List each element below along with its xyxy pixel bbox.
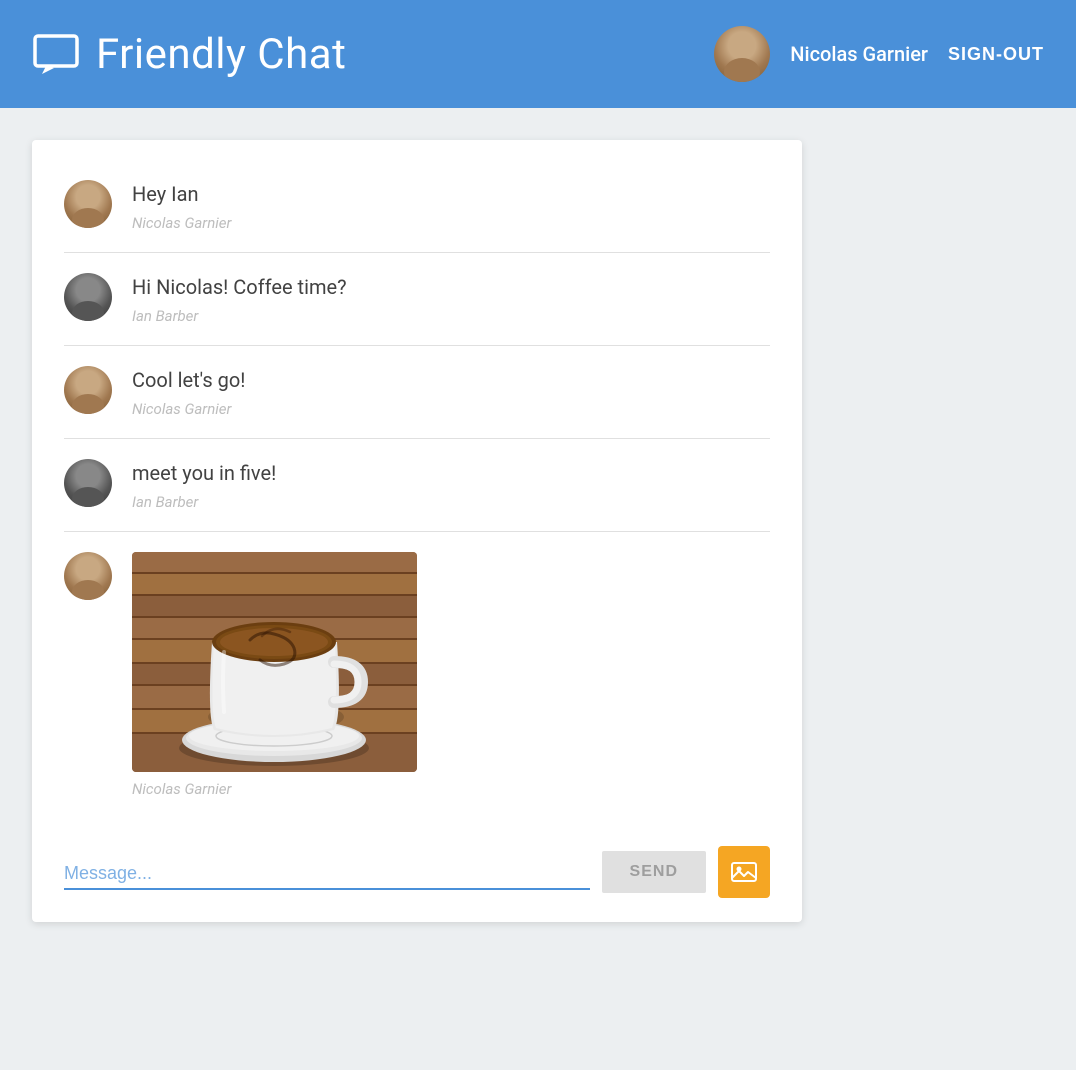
- table-row: Hi Nicolas! Coffee time? Ian Barber: [64, 253, 770, 346]
- user-avatar-img: [714, 26, 770, 82]
- message-input-wrapper: [64, 855, 590, 890]
- ian-avatar-img: [64, 273, 112, 321]
- message-text: Cool let's go!: [132, 366, 770, 394]
- app-header: Friendly Chat Nicolas Garnier SIGN-OUT: [0, 0, 1076, 108]
- app-logo: Friendly Chat: [32, 30, 714, 79]
- user-display-name: Nicolas Garnier: [790, 42, 928, 66]
- message-text: Hi Nicolas! Coffee time?: [132, 273, 770, 301]
- main-content: Hey Ian Nicolas Garnier Hi Nicolas! Coff…: [0, 108, 1076, 954]
- message-content: Cool let's go! Nicolas Garnier: [132, 366, 770, 418]
- table-row: Cool let's go! Nicolas Garnier: [64, 346, 770, 439]
- nicolas-avatar-img: [64, 180, 112, 228]
- send-button[interactable]: SEND: [602, 851, 706, 893]
- input-area: SEND: [64, 842, 770, 898]
- message-author: Nicolas Garnier: [132, 214, 770, 232]
- sign-out-button[interactable]: SIGN-OUT: [948, 44, 1044, 65]
- nicolas-avatar-img-2: [64, 366, 112, 414]
- image-upload-icon: [730, 858, 758, 886]
- chat-icon: [32, 30, 80, 78]
- message-text: meet you in five!: [132, 459, 770, 487]
- message-image: [132, 552, 417, 772]
- avatar: [64, 180, 112, 228]
- table-row: Nicolas Garnier: [64, 532, 770, 818]
- avatar: [64, 273, 112, 321]
- image-upload-button[interactable]: [718, 846, 770, 898]
- header-user-section: Nicolas Garnier SIGN-OUT: [714, 26, 1044, 82]
- ian-avatar-img-2: [64, 459, 112, 507]
- message-input[interactable]: [64, 855, 590, 890]
- message-content: Nicolas Garnier: [132, 552, 770, 798]
- message-author: Nicolas Garnier: [132, 780, 770, 798]
- message-content: Hey Ian Nicolas Garnier: [132, 180, 770, 232]
- message-author: Ian Barber: [132, 307, 770, 325]
- table-row: Hey Ian Nicolas Garnier: [64, 172, 770, 253]
- avatar: [64, 552, 112, 600]
- avatar: [64, 459, 112, 507]
- coffee-image: [132, 552, 417, 772]
- message-text: Hey Ian: [132, 180, 770, 208]
- message-content: Hi Nicolas! Coffee time? Ian Barber: [132, 273, 770, 325]
- message-content: meet you in five! Ian Barber: [132, 459, 770, 511]
- message-author: Ian Barber: [132, 493, 770, 511]
- avatar: [714, 26, 770, 82]
- app-title: Friendly Chat: [96, 30, 346, 79]
- message-author: Nicolas Garnier: [132, 400, 770, 418]
- chat-container: Hey Ian Nicolas Garnier Hi Nicolas! Coff…: [32, 140, 802, 922]
- avatar: [64, 366, 112, 414]
- table-row: meet you in five! Ian Barber: [64, 439, 770, 532]
- nicolas-avatar-img-3: [64, 552, 112, 600]
- input-row: SEND: [64, 846, 770, 898]
- messages-list: Hey Ian Nicolas Garnier Hi Nicolas! Coff…: [64, 172, 770, 818]
